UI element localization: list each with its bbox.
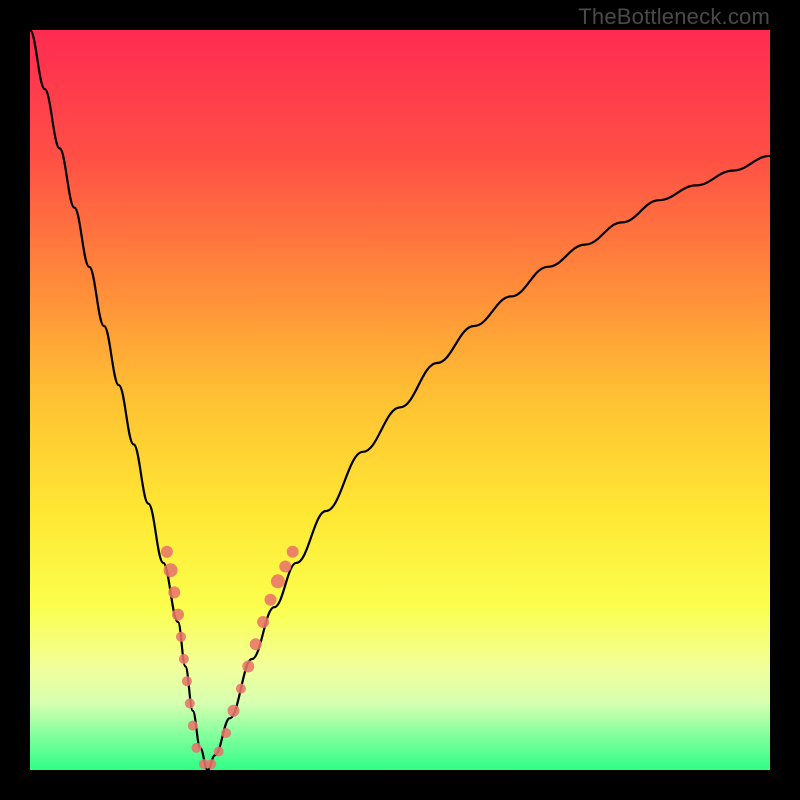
scatter-group xyxy=(161,546,299,769)
watermark-text: TheBottleneck.com xyxy=(578,4,770,30)
scatter-point xyxy=(206,759,216,769)
scatter-point xyxy=(265,594,277,606)
scatter-point xyxy=(242,660,254,672)
scatter-point xyxy=(257,616,269,628)
scatter-point xyxy=(188,721,198,731)
scatter-point xyxy=(168,586,180,598)
scatter-point xyxy=(228,705,240,717)
bottleneck-curve xyxy=(30,30,770,770)
scatter-point xyxy=(287,546,299,558)
plot-svg xyxy=(30,30,770,770)
scatter-point xyxy=(236,684,246,694)
scatter-point xyxy=(161,546,173,558)
scatter-point xyxy=(250,638,262,650)
scatter-point xyxy=(176,632,186,642)
scatter-point xyxy=(214,747,224,757)
scatter-point xyxy=(164,563,178,577)
scatter-point xyxy=(221,728,231,738)
scatter-point xyxy=(182,676,192,686)
scatter-point xyxy=(192,743,202,753)
scatter-point xyxy=(172,609,184,621)
scatter-point xyxy=(271,574,285,588)
scatter-point xyxy=(185,698,195,708)
scatter-point xyxy=(279,561,291,573)
plot-frame xyxy=(30,30,770,770)
scatter-point xyxy=(179,654,189,664)
